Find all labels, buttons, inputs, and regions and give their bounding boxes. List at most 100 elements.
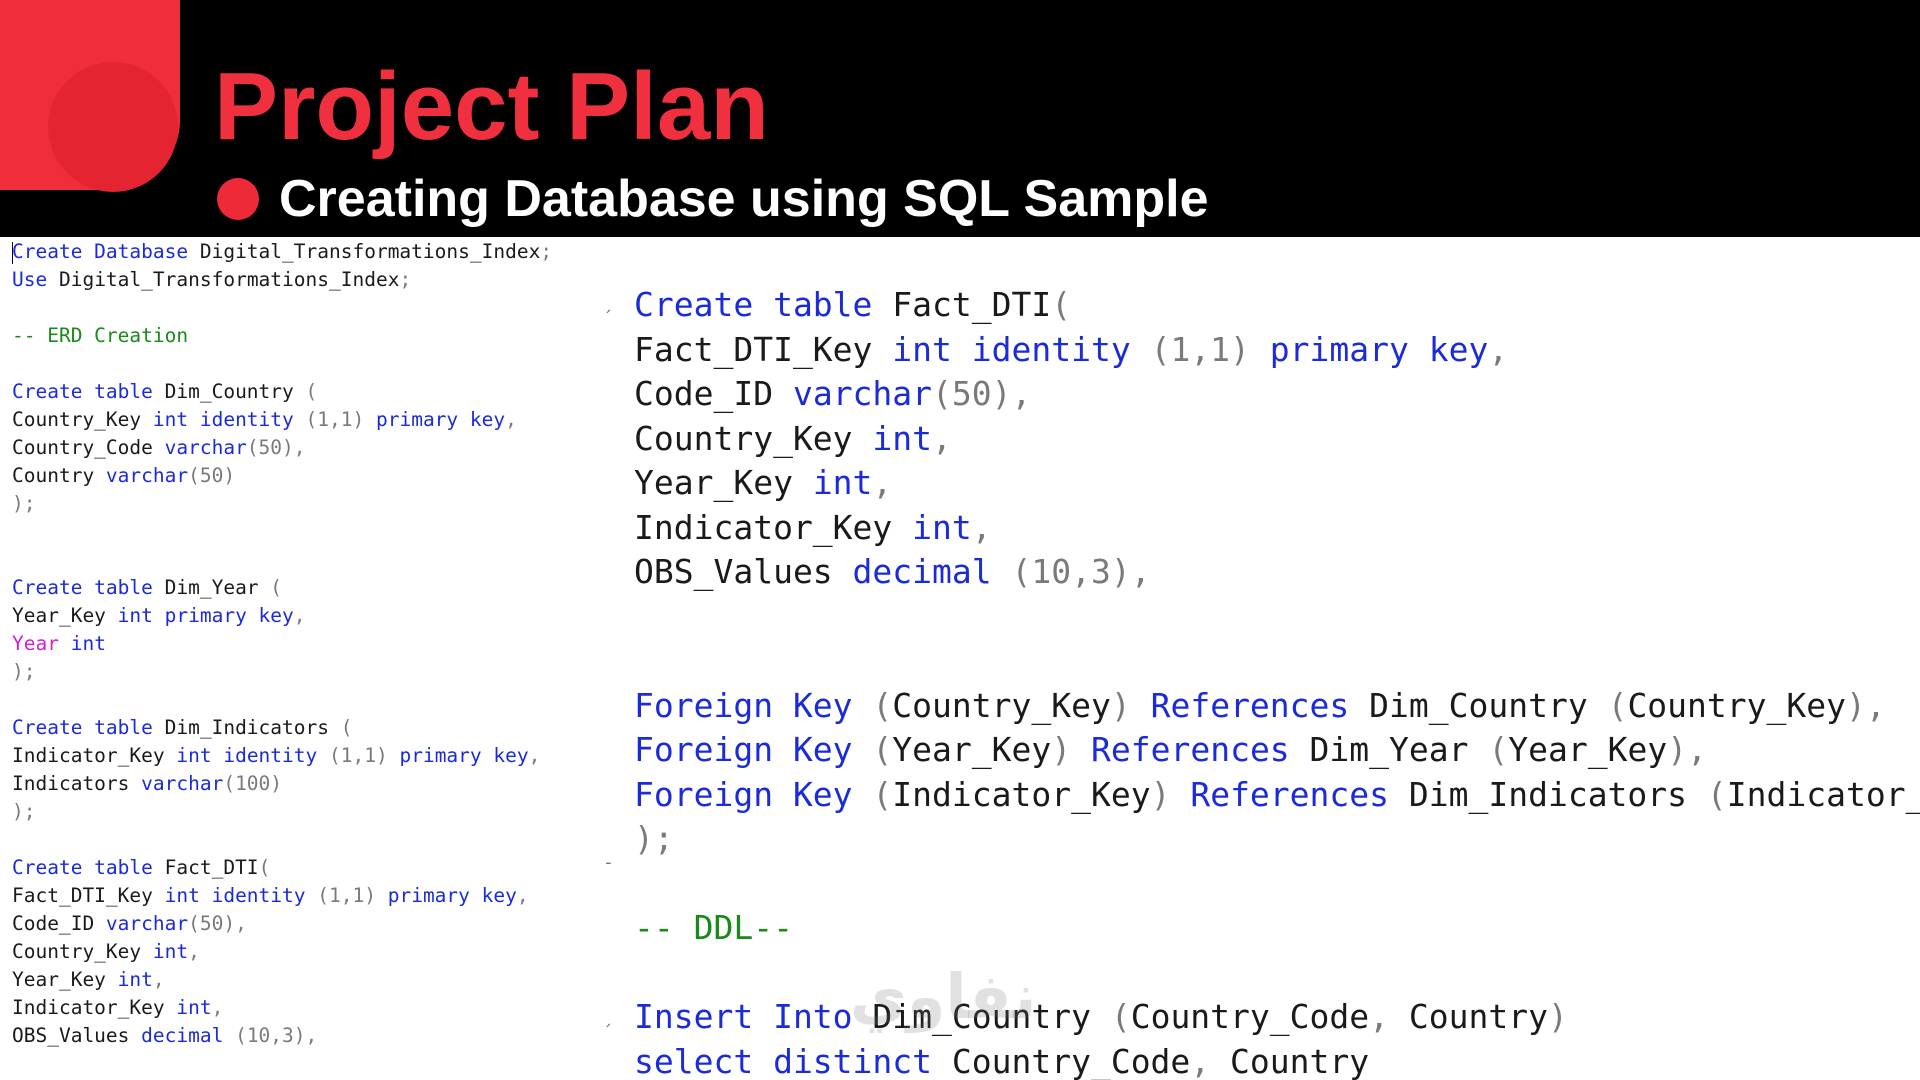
code-token: Dim_Indicators (152, 716, 341, 739)
code-token: int (117, 968, 153, 991)
code-token: , (505, 408, 517, 431)
code-token: Country_Key (12, 408, 153, 431)
code-token: Foreign Key (634, 774, 853, 814)
code-token: Fact_DTI (152, 856, 259, 879)
code-token: Year_Key (12, 968, 118, 991)
code-token: -- DDL-- (634, 908, 793, 947)
code-token: Fact_DTI (872, 285, 1052, 324)
code-line: Country_Key int, (12, 938, 602, 966)
slide-title: Project Plan (214, 53, 769, 160)
code-token: Insert Into (634, 997, 853, 1036)
code-line: Year_Key int, (634, 461, 1920, 506)
code-token: Use (12, 268, 48, 291)
slide-header: Project Plan Creating Database using SQL… (0, 0, 1920, 237)
code-line: Country_Code varchar(50), (12, 434, 602, 462)
code-token: primary key (399, 744, 529, 767)
code-token: , (1488, 329, 1509, 369)
code-token: ( (270, 576, 283, 599)
fold-marker-icon: ˏ (603, 292, 614, 313)
code-token: primary key (387, 884, 517, 907)
code-token: (1,1) (317, 884, 376, 907)
code-token: ( (305, 380, 318, 403)
code-token: int identity (152, 408, 294, 431)
code-line: Country_Key int identity (1,1) primary k… (12, 406, 602, 434)
code-line: Create table Dim_Year ( (12, 574, 602, 602)
code-token: Indicator_ (1726, 774, 1920, 814)
code-line: ); (12, 658, 602, 686)
code-line: ); (12, 798, 602, 826)
code-token: , (152, 968, 165, 991)
code-token: (10,3), (1011, 552, 1151, 591)
code-token: ) (1547, 997, 1568, 1036)
code-token: varchar (164, 436, 247, 459)
code-token: int (176, 996, 212, 1019)
code-token: Create table (12, 856, 153, 879)
code-token: Year_Key (12, 604, 118, 627)
code-token: (1,1) (1150, 329, 1250, 369)
code-token: decimal (141, 1024, 224, 1047)
code-token: Country_Code (12, 436, 165, 459)
code-token: ; (540, 240, 553, 263)
code-token: Country_Key (634, 418, 873, 458)
code-token: int (872, 418, 933, 458)
code-token: varchar (792, 374, 933, 413)
code-line: Country varchar(50) (12, 462, 602, 490)
code-token: Country (12, 464, 106, 487)
code-token: , (293, 604, 306, 627)
code-token: varchar (105, 912, 189, 935)
code-line: Indicator_Key int, (12, 994, 602, 1022)
code-token: (10,3), (235, 1024, 318, 1047)
code-token: Dim_Indicators (1389, 774, 1707, 814)
code-line: -- ERD Creation (12, 322, 602, 350)
code-token: Year_Key (634, 463, 813, 502)
code-token: ( (872, 730, 893, 769)
code-line: Create table Dim_Country ( (12, 378, 602, 406)
code-token: Country_Code (1130, 997, 1370, 1036)
code-token: Indicator_Key (634, 507, 913, 547)
code-token: int identity (892, 329, 1131, 369)
code-token: ) (1110, 685, 1131, 725)
watermark: نفاوي (850, 960, 1037, 1033)
code-line: Foreign Key (Year_Key) References Dim_Ye… (634, 728, 1920, 773)
code-token: primary key (1269, 329, 1489, 369)
code-token: ( (872, 774, 893, 814)
code-token: ( (1607, 685, 1628, 725)
code-token: -- ERD Creation (12, 324, 189, 347)
code-token: Country_Code (932, 1041, 1191, 1080)
code-token: Indicator_Key (892, 774, 1151, 814)
code-token: , (1190, 1041, 1211, 1080)
code-token: ( (258, 856, 271, 879)
code-line: Year_Key int, (12, 966, 602, 994)
code-token: select distinct (634, 1041, 933, 1080)
code-token: int primary key (117, 604, 294, 627)
code-token: , (528, 744, 541, 767)
code-token: (1,1) (329, 744, 388, 767)
code-token: Year (12, 632, 59, 655)
sql-code-right-zoomed: Create table Fact_DTI(Fact_DTI_Key int i… (634, 283, 1920, 1080)
code-line: ); (12, 490, 602, 518)
code-token: Dim_Year (152, 576, 271, 599)
code-token: ( (340, 716, 353, 739)
corner-circle-decoration (48, 62, 178, 192)
code-token: Create table (12, 380, 153, 403)
code-line: Code_ID varchar(50), (634, 372, 1920, 417)
code-token: References (1150, 685, 1350, 725)
code-token: , (1369, 997, 1389, 1036)
code-token: ); (12, 492, 36, 515)
